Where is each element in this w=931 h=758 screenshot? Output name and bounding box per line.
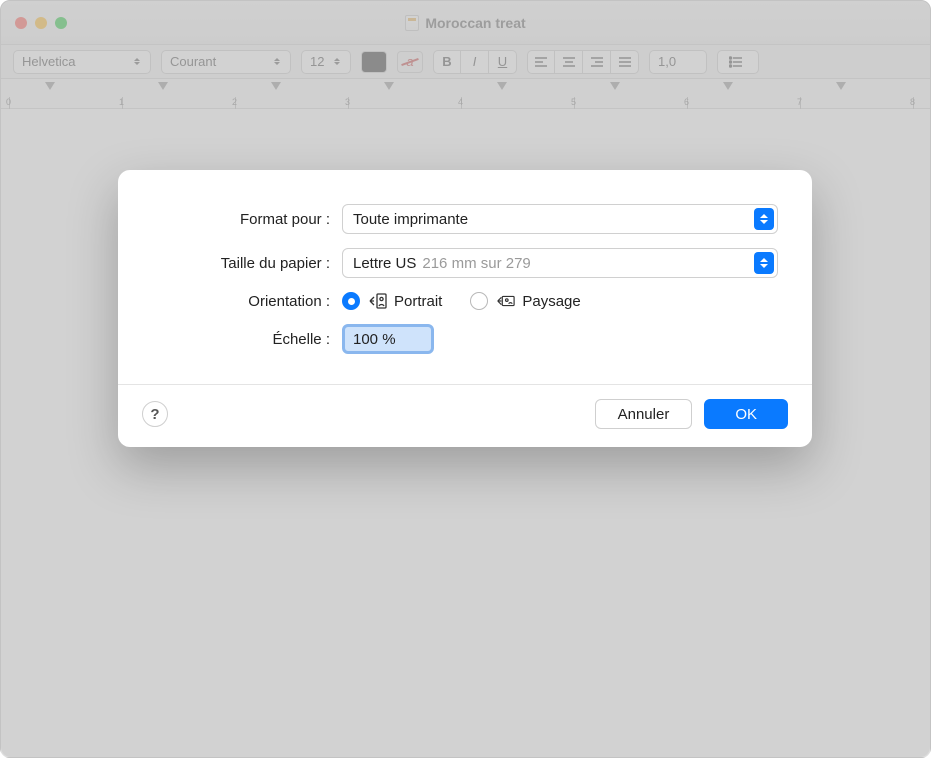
orientation-label: Orientation : — [152, 293, 342, 310]
radio-off-icon — [470, 292, 488, 310]
scale-input[interactable] — [342, 324, 434, 354]
format-for-select[interactable]: Toute imprimante — [342, 204, 778, 234]
scale-label: Échelle : — [152, 331, 342, 348]
orientation-portrait-radio[interactable]: Portrait — [342, 292, 442, 310]
cancel-button[interactable]: Annuler — [595, 399, 693, 429]
select-stepper-icon — [754, 252, 774, 274]
portrait-icon — [367, 292, 387, 310]
ok-button[interactable]: OK — [704, 399, 788, 429]
page-setup-dialog: Format pour : Toute imprimante Taille du… — [118, 170, 812, 447]
paper-size-detail: 216 mm sur 279 — [422, 255, 530, 272]
format-for-value: Toute imprimante — [353, 211, 468, 228]
paper-size-label: Taille du papier : — [152, 255, 342, 272]
orientation-landscape-radio[interactable]: Paysage — [470, 292, 580, 310]
paper-size-select[interactable]: Lettre US 216 mm sur 279 — [342, 248, 778, 278]
landscape-icon — [495, 292, 515, 310]
orientation-portrait-label: Portrait — [394, 293, 442, 310]
orientation-landscape-label: Paysage — [522, 293, 580, 310]
help-button[interactable]: ? — [142, 401, 168, 427]
format-for-label: Format pour : — [152, 211, 342, 228]
select-stepper-icon — [754, 208, 774, 230]
paper-size-value: Lettre US — [353, 255, 416, 272]
radio-on-icon — [342, 292, 360, 310]
